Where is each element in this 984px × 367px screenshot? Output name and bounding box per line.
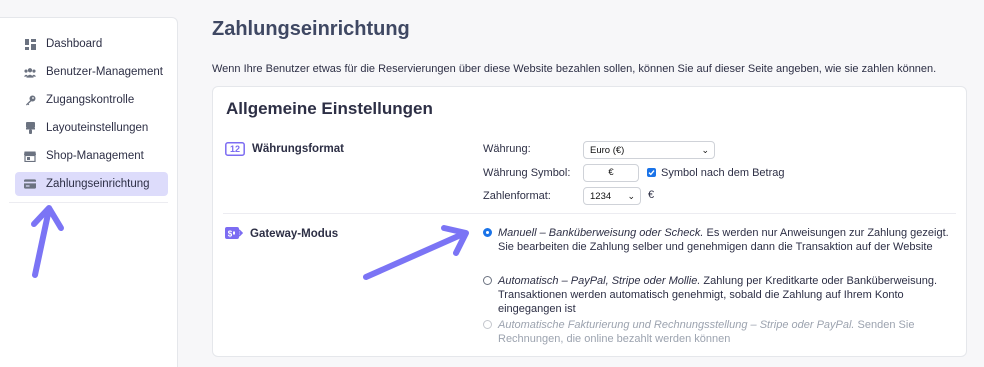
checkmark-icon [648,170,655,176]
gateway-mode-title: Gateway-Modus [250,228,339,240]
gateway-option-manual[interactable]: Manuell – Banküberweisung oder Scheck. E… [483,226,953,254]
sidebar-item-zahlungseinrichtung[interactable]: Zahlungseinrichtung [15,172,168,196]
sidebar: Dashboard Benutzer-Management Zugangskon… [0,17,178,367]
brush-icon [24,122,36,134]
svg-text:$: $ [228,230,233,239]
credit-card-icon [24,178,36,190]
gateway-option-title: Manuell – Banküberweisung oder Scheck. [498,227,704,239]
sidebar-item-label: Shop-Management [46,150,144,162]
card-title: Allgemeine Einstellungen [226,99,433,118]
symbol-after-amount-label: Symbol nach dem Betrag [661,167,785,179]
number-format-icon-text: 12 [230,144,240,154]
sidebar-item-layouteinstellungen[interactable]: Layouteinstellungen [15,116,168,140]
sidebar-item-label: Layouteinstellungen [46,122,149,134]
currency-symbol-input[interactable]: € [583,164,639,182]
number-format-select-value: 1234 [590,190,612,202]
chevron-down-icon: ⌄ [627,190,635,201]
number-format-suffix: € [648,189,655,201]
currency-select-value: Euro (€) [590,144,625,156]
section-divider [223,213,956,214]
sidebar-item-label: Benutzer-Management [46,66,163,78]
currency-format-title: Währungsformat [252,143,344,155]
sidebar-item-shop-management[interactable]: Shop-Management [15,144,168,168]
chevron-down-icon: ⌄ [701,144,709,155]
sidebar-divider [9,202,168,203]
users-icon [24,66,36,78]
number-format-label: Zahlenformat: [483,190,551,202]
sidebar-item-label: Zahlungseinrichtung [46,178,150,190]
gateway-option-title: Automatisch – PayPal, Stripe oder Mollie… [498,275,701,287]
currency-select[interactable]: Euro (€) ⌄ [583,141,715,159]
dashboard-icon [24,38,36,50]
sidebar-item-label: Dashboard [46,38,103,50]
page-title: Zahlungseinrichtung [212,18,410,40]
gateway-option-title: Automatische Fakturierung und Rechnungss… [498,319,855,331]
gateway-automatic-radio[interactable] [483,276,492,285]
currency-format-heading: 12 Währungsformat [225,142,344,156]
number-format-icon: 12 [225,142,245,156]
gateway-mode-heading: $ Gateway-Modus [225,227,338,241]
gateway-option-automatic[interactable]: Automatisch – PayPal, Stripe oder Mollie… [483,274,953,316]
page-description: Wenn Ihre Benutzer etwas für die Reservi… [212,63,937,75]
sidebar-item-benutzer-management[interactable]: Benutzer-Management [15,60,168,84]
currency-label: Währung: [483,143,531,155]
gateway-option-invoicing: Automatische Fakturierung und Rechnungss… [483,318,953,346]
payment-gateway-icon: $ [225,227,243,241]
store-icon [24,150,36,162]
symbol-after-amount-checkbox[interactable] [647,168,656,177]
general-settings-card: Allgemeine Einstellungen 12 Währungsform… [212,86,967,357]
gateway-invoicing-radio [483,320,492,329]
sidebar-item-dashboard[interactable]: Dashboard [15,32,168,56]
number-format-select[interactable]: 1234 ⌄ [583,187,641,205]
sidebar-item-label: Zugangskontrolle [46,94,135,106]
symbol-label: Währung Symbol: [483,167,571,179]
gateway-manual-radio[interactable] [483,228,492,237]
sidebar-item-zugangskontrolle[interactable]: Zugangskontrolle [15,88,168,112]
key-icon [24,94,36,106]
